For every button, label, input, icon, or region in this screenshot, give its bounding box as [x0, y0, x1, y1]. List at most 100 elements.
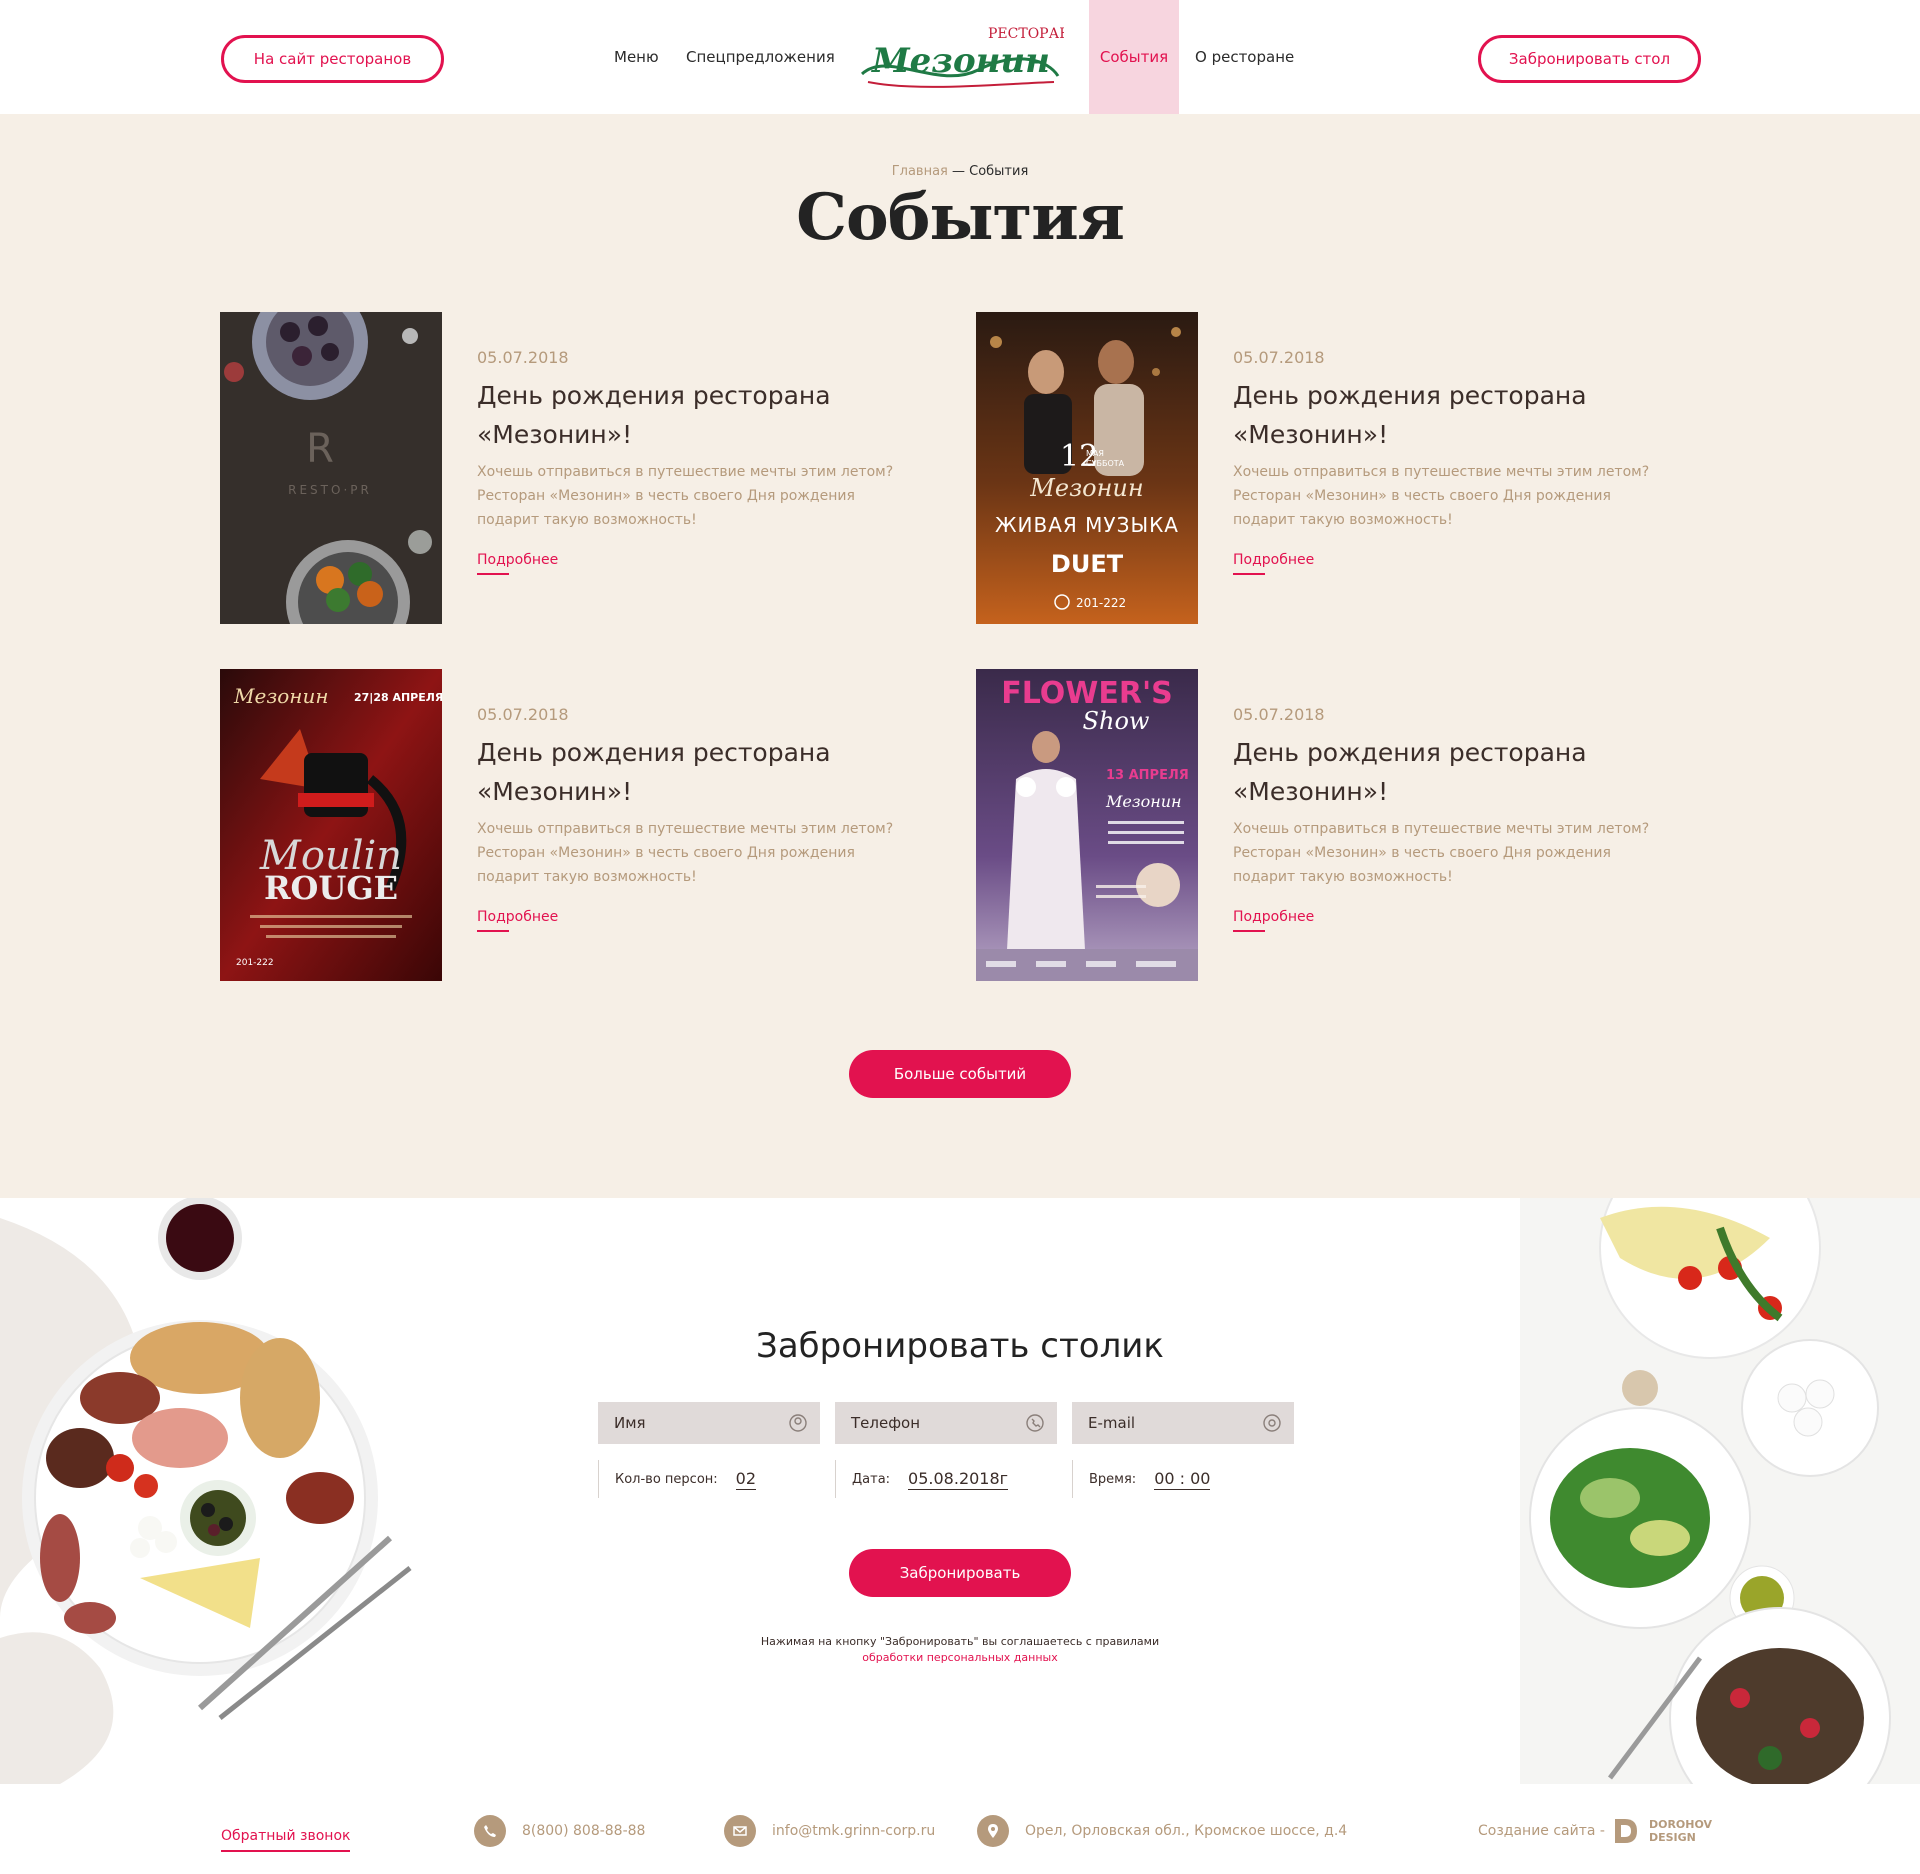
nav-about[interactable]: О ресторане	[1195, 0, 1294, 114]
event-description: Хочешь отправиться в путешествие мечты э…	[1233, 821, 1650, 885]
user-icon	[789, 1414, 807, 1432]
event-image[interactable]: R RESTO·PR	[220, 312, 442, 624]
more-events-button[interactable]: Больше событий	[849, 1050, 1071, 1098]
event-date: 05.07.2018	[477, 705, 569, 724]
footer-address: Орел, Орловская обл., Кромское шоссе, д.…	[977, 1814, 1347, 1848]
footer-address-text: Орел, Орловская обл., Кромское шоссе, д.…	[1025, 1823, 1348, 1839]
date-value[interactable]: 05.08.2018г	[908, 1469, 1009, 1490]
event-date: 05.07.2018	[1233, 348, 1325, 367]
event-title[interactable]: День рождения ресторана «Мезонин»!	[1233, 733, 1673, 811]
footer-phone-text: 8(800) 808-88-88	[522, 1823, 646, 1839]
logo-top-text: РЕСТОРАН	[988, 26, 1064, 42]
breadcrumb-current: События	[969, 164, 1029, 179]
svg-text:201-222: 201-222	[236, 958, 274, 968]
svg-text:ЖИВАЯ МУЗЫКА: ЖИВАЯ МУЗЫКА	[995, 513, 1179, 537]
phone-icon	[1026, 1414, 1044, 1432]
date-label: Дата:	[852, 1471, 891, 1487]
restaurants-site-button[interactable]: На сайт ресторанов	[221, 35, 444, 83]
event-card: FLOWER'S Show 13 АПРЕЛЯ Мезонин 05.07.20…	[976, 669, 1736, 981]
time-label: Время:	[1089, 1471, 1137, 1487]
location-icon	[977, 1815, 1009, 1847]
event-card: R RESTO·PR 05.07.2018 День рождения рест…	[220, 312, 980, 624]
name-placeholder: Имя	[614, 1414, 646, 1432]
event-more-link[interactable]: Подробнее	[1233, 909, 1314, 932]
mail-icon	[724, 1815, 756, 1847]
svg-text:Мезонин: Мезонин	[1105, 792, 1182, 811]
footer: Обратный звонок 8(800) 808-88-88 info@tm…	[0, 1784, 1920, 1874]
event-image[interactable]: 12 МАЯ СУББОТА Мезонин ЖИВАЯ МУЗЫКА DUET…	[976, 312, 1198, 624]
nav-specials[interactable]: Спецпредложения	[686, 0, 835, 114]
date-selector: Дата: 05.08.2018г	[835, 1460, 1009, 1498]
event-card: Мезонин 27|28 АПРЕЛЯ Moulin ROUGE 201-22…	[220, 669, 980, 981]
header: На сайт ресторанов Меню Спецпредложения …	[0, 0, 1920, 114]
footer-email-text: info@tmk.grinn-corp.ru	[772, 1823, 936, 1839]
event-description: Хочешь отправиться в путешествие мечты э…	[477, 821, 894, 885]
dorohov-logo-icon	[1614, 1819, 1637, 1843]
svg-text:201-222: 201-222	[1076, 596, 1126, 610]
at-icon	[1263, 1414, 1281, 1432]
event-description: Хочешь отправиться в путешествие мечты э…	[477, 464, 894, 528]
logo-main-text: Мезонин	[871, 41, 1050, 81]
book-table-button[interactable]: Забронировать стол	[1478, 35, 1701, 83]
event-title[interactable]: День рождения ресторана «Мезонин»!	[477, 733, 917, 811]
nav-events[interactable]: События	[1089, 0, 1179, 114]
submit-booking-button[interactable]: Забронировать	[849, 1549, 1071, 1597]
event-title[interactable]: День рождения ресторана «Мезонин»!	[1233, 376, 1673, 454]
persons-value[interactable]: 02	[735, 1469, 757, 1490]
breadcrumb: Главная — События	[0, 164, 1920, 179]
footer-email[interactable]: info@tmk.grinn-corp.ru	[724, 1814, 935, 1848]
event-more-link[interactable]: Подробнее	[477, 552, 558, 575]
event-more-link[interactable]: Подробнее	[1233, 552, 1314, 575]
name-input[interactable]: Имя	[598, 1402, 820, 1444]
breadcrumb-separator: —	[947, 164, 970, 179]
email-placeholder: E-mail	[1088, 1414, 1136, 1432]
svg-text:СУББОТА: СУББОТА	[1086, 459, 1125, 468]
svg-text:FLOWER'S: FLOWER'S	[1001, 676, 1173, 711]
credit-label: Создание сайта -	[1478, 1823, 1605, 1839]
event-description: Хочешь отправиться в путешествие мечты э…	[1233, 464, 1650, 528]
event-title[interactable]: День рождения ресторана «Мезонин»!	[477, 376, 917, 454]
svg-text:DUET: DUET	[1051, 550, 1124, 578]
booking-section: Забронировать столик Имя Телефон E-mail …	[0, 1198, 1920, 1784]
time-value[interactable]: 00 : 00	[1154, 1469, 1211, 1490]
svg-text:МАЯ: МАЯ	[1086, 449, 1104, 458]
credit-name-line-2: DESIGN	[1648, 1831, 1696, 1844]
event-image[interactable]: Мезонин 27|28 АПРЕЛЯ Moulin ROUGE 201-22…	[220, 669, 442, 981]
events-section: Главная — События События R RESTO·PR 05.…	[0, 114, 1920, 1198]
event-date: 05.07.2018	[477, 348, 569, 367]
event-more-label: Подробнее	[1233, 909, 1315, 925]
credit-name: DOROHOV DESIGN	[1649, 1818, 1712, 1844]
event-more-label: Подробнее	[477, 909, 559, 925]
privacy-policy-link[interactable]: обработки персональных данных	[0, 1650, 1920, 1666]
nav-menu[interactable]: Меню	[614, 0, 659, 114]
svg-text:ROUGE: ROUGE	[264, 869, 398, 907]
svg-text:Show: Show	[1083, 707, 1150, 735]
svg-text:R: R	[306, 426, 334, 472]
event-image[interactable]: FLOWER'S Show 13 АПРЕЛЯ Мезонин	[976, 669, 1198, 981]
consent-text: Нажимая на кнопку "Забронировать" вы сог…	[0, 1634, 1920, 1666]
booking-title: Забронировать столик	[756, 1326, 1164, 1366]
callback-link[interactable]: Обратный звонок	[221, 1828, 351, 1852]
persons-selector: Кол-во персон: 02	[598, 1460, 757, 1498]
phone-input[interactable]: Телефон	[835, 1402, 1057, 1444]
svg-text:Мезонин: Мезонин	[1029, 474, 1143, 502]
footer-phone[interactable]: 8(800) 808-88-88	[474, 1814, 645, 1848]
event-more-link[interactable]: Подробнее	[477, 909, 558, 932]
food-plates-image	[1440, 1198, 1920, 1784]
breadcrumb-home[interactable]: Главная	[892, 164, 948, 179]
food-platter-image	[0, 1198, 440, 1784]
svg-text:Мезонин: Мезонин	[233, 684, 329, 708]
svg-text:27|28 АПРЕЛЯ: 27|28 АПРЕЛЯ	[354, 691, 442, 704]
svg-text:RESTO·PR: RESTO·PR	[288, 483, 372, 497]
event-more-label: Подробнее	[1233, 552, 1315, 568]
svg-text:13 АПРЕЛЯ: 13 АПРЕЛЯ	[1106, 768, 1189, 783]
event-date: 05.07.2018	[1233, 705, 1325, 724]
email-input[interactable]: E-mail	[1072, 1402, 1294, 1444]
site-credit[interactable]: Создание сайта - DOROHOV DESIGN	[1478, 1814, 1712, 1848]
event-card: 12 МАЯ СУББОТА Мезонин ЖИВАЯ МУЗЫКА DUET…	[976, 312, 1736, 624]
phone-placeholder: Телефон	[851, 1414, 921, 1432]
consent-label: Нажимая на кнопку "Забронировать" вы сог…	[760, 1635, 1160, 1648]
restaurant-logo[interactable]: РЕСТОРАН Мезонин	[858, 20, 1064, 92]
event-more-label: Подробнее	[477, 552, 559, 568]
time-selector: Время: 00 : 00	[1072, 1460, 1211, 1498]
